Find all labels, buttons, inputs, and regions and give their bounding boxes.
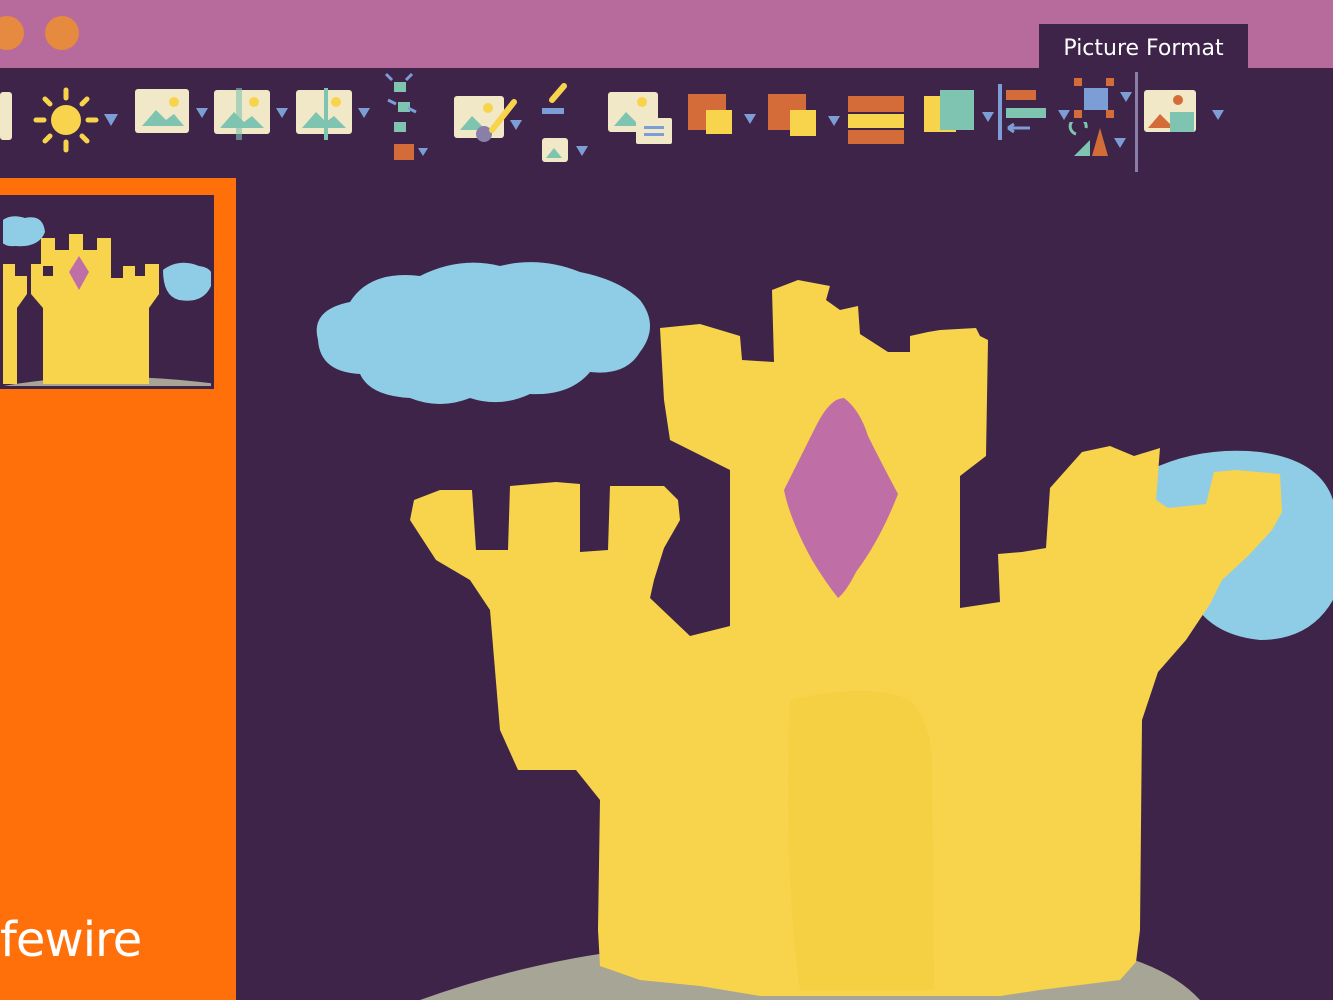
transparency-icon[interactable] — [294, 88, 374, 140]
rotate-icon[interactable] — [1068, 122, 1134, 162]
align-icon[interactable] — [994, 84, 1074, 144]
remove-background-icon[interactable] — [0, 92, 12, 140]
brand-logo-text: fewire — [0, 912, 142, 968]
alt-text-icon[interactable] — [922, 88, 998, 140]
ribbon-toolbar — [0, 64, 1333, 176]
group-icon[interactable] — [1070, 74, 1134, 126]
artistic-effects-icon[interactable] — [212, 88, 292, 140]
corrections-icon[interactable] — [30, 86, 120, 154]
picture-styles-icon[interactable] — [606, 90, 678, 146]
close-window-button[interactable] — [0, 16, 24, 50]
change-picture-icon[interactable] — [452, 90, 524, 150]
picture-layout-icon[interactable] — [846, 92, 916, 148]
size-icon[interactable] — [1142, 88, 1228, 144]
reset-picture-icon[interactable] — [536, 80, 592, 172]
compress-pictures-icon[interactable] — [382, 72, 432, 168]
cloud-left — [316, 262, 650, 404]
slide-thumbnail[interactable] — [0, 195, 214, 389]
ribbon-separator — [1135, 72, 1138, 172]
color-icon[interactable] — [134, 88, 210, 136]
picture-border-icon[interactable] — [686, 90, 758, 142]
minimize-window-button[interactable] — [45, 16, 79, 50]
picture-effects-icon[interactable] — [766, 90, 842, 146]
castle-door — [788, 691, 934, 990]
slide-canvas[interactable] — [236, 176, 1333, 1000]
